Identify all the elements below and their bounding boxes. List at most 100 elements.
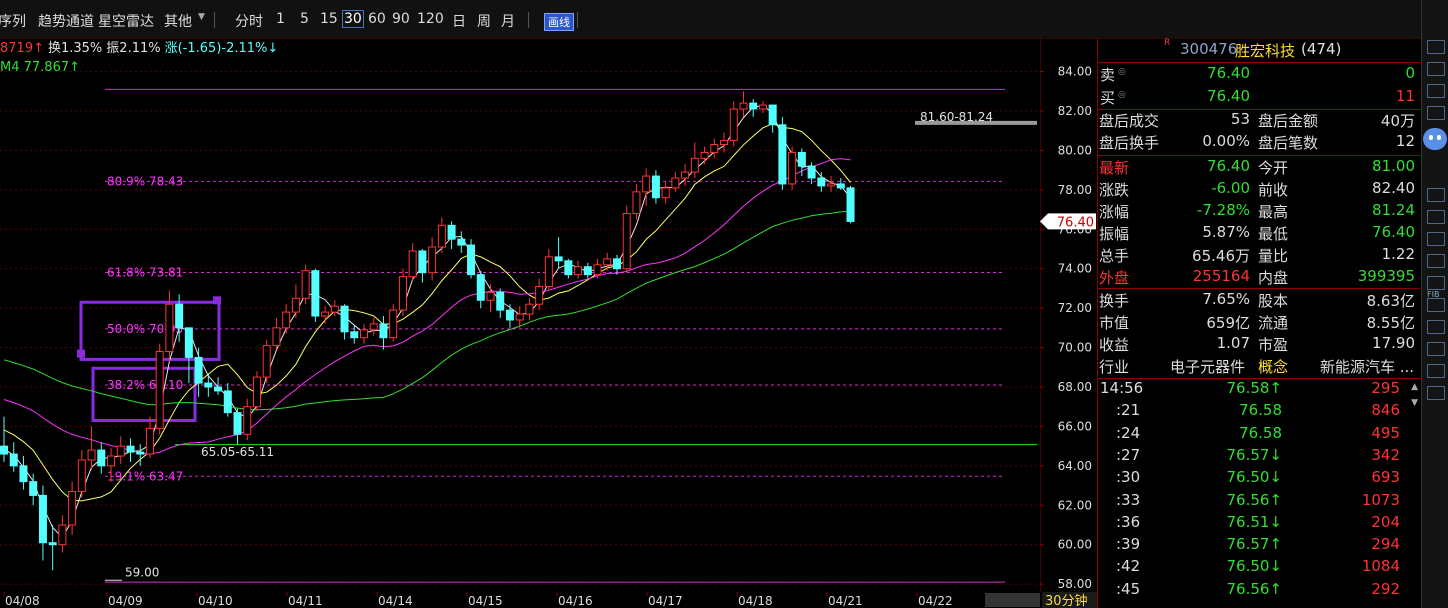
drawing-tool-icon[interactable]: [1427, 106, 1445, 120]
period-1[interactable]: 1: [276, 11, 285, 27]
toolbar-menu-2[interactable]: 星空雷达: [98, 11, 154, 31]
period-分时[interactable]: 分时: [235, 11, 263, 31]
scroll-down-icon[interactable]: ▼: [1411, 398, 1418, 408]
drawing-tool-icon[interactable]: [1427, 232, 1445, 246]
candle: [554, 237, 563, 269]
candle: [661, 181, 670, 204]
drawing-tool-icon[interactable]: [1427, 364, 1445, 378]
stat-label: 涨跌: [1099, 181, 1130, 199]
period-60[interactable]: 60: [368, 11, 386, 27]
trade-tick-row: :36 76.51↓ 204: [1098, 513, 1420, 535]
tick-volume: 292: [1371, 579, 1400, 598]
period-周[interactable]: 周: [477, 11, 491, 31]
fib-anchor-handle[interactable]: [77, 349, 85, 358]
trade-tick-row: :24 76.58 495: [1098, 424, 1420, 446]
candle: [486, 284, 495, 313]
drawing-tool-icon[interactable]: [1427, 386, 1445, 400]
stat-value: -7.28%: [1196, 201, 1250, 219]
stat-value: 0.00%: [1202, 132, 1250, 150]
sell-row: 卖 ◎ 76.40 0: [1098, 64, 1420, 86]
draw-line-button[interactable]: 画线: [544, 13, 574, 31]
tick-price: 76.57↓: [1226, 445, 1282, 464]
candle: [739, 91, 748, 117]
toolbar-menu-3[interactable]: 其他: [164, 11, 192, 31]
scroll-up-icon[interactable]: ▲: [1411, 382, 1418, 392]
range-label: 65.05-65.11: [201, 445, 274, 459]
drawing-tool-icon[interactable]: [1427, 298, 1445, 312]
scrollbar-thumb[interactable]: [985, 593, 1040, 607]
x-tick-label: 04/15: [468, 594, 503, 608]
period-30[interactable]: 30: [342, 10, 364, 28]
stat-label: 盘后金额: [1258, 112, 1319, 130]
toolbar-menu-1[interactable]: 趋势通道: [38, 11, 94, 31]
trade-tick-row: :42 76.50↓ 1084: [1098, 557, 1420, 579]
fib-icon[interactable]: FIB: [1427, 290, 1439, 299]
stat-value: 76.40: [1372, 223, 1415, 241]
period-月[interactable]: 月: [501, 11, 515, 31]
candle: [768, 104, 777, 133]
x-tick-label: 04/17: [648, 594, 683, 608]
drawing-tool-icon[interactable]: [1427, 254, 1445, 268]
candle: [476, 270, 485, 309]
period-120[interactable]: 120: [417, 11, 444, 27]
tick-time: :39: [1116, 535, 1141, 554]
candle: [77, 450, 86, 498]
toolbar-menu-0[interactable]: 序列: [0, 11, 26, 31]
trade-tick-row: :30 76.50↓ 693: [1098, 468, 1420, 490]
tick-volume: 1084: [1361, 557, 1400, 576]
stat-label: 最高: [1258, 203, 1289, 221]
candle: [564, 258, 573, 279]
stat-row: 涨幅 -7.28% 最高 81.24: [1098, 201, 1420, 223]
fib-label: 19.1% 63.47: [107, 469, 183, 483]
candle: [145, 416, 154, 458]
candle: [233, 408, 242, 445]
y-tick-label: 62.00: [1058, 498, 1092, 512]
candle: [389, 304, 398, 342]
candle: [700, 146, 709, 165]
fib-anchor-handle[interactable]: [213, 296, 221, 305]
candle: [214, 377, 223, 395]
x-tick-label: 04/14: [378, 594, 413, 608]
stat-label: 最新: [1099, 159, 1130, 177]
candle: [778, 116, 787, 190]
tick-price: 76.56↑: [1226, 579, 1282, 598]
info-icon: ◎: [1118, 67, 1126, 77]
tick-time: :45: [1116, 579, 1141, 598]
drawing-tool-icon[interactable]: [1427, 62, 1445, 76]
candle: [515, 306, 524, 328]
candlestick-chart[interactable]: 80.9% 78.4361.8% 73.8150.0% 70.9538.2% 6…: [0, 38, 1040, 598]
drawing-tool-icon[interactable]: [1427, 276, 1445, 290]
stat-label: 今开: [1258, 159, 1289, 177]
period-5[interactable]: 5: [300, 11, 309, 27]
candle: [155, 343, 164, 435]
stat-value: 65.46万: [1192, 247, 1250, 265]
candle: [408, 243, 417, 281]
stat-row: 盘后成交 53 盘后金额 40万: [1098, 110, 1420, 132]
robot-icon[interactable]: [1423, 128, 1447, 150]
period-日[interactable]: 日: [452, 11, 466, 31]
stat-value: 81.24: [1372, 201, 1415, 219]
drawing-tool-icon[interactable]: [1427, 188, 1445, 202]
stat-value: 17.90: [1372, 334, 1415, 352]
stat-value: 8.55亿: [1366, 314, 1415, 332]
period-15[interactable]: 15: [320, 11, 338, 27]
fib-label: 61.8% 73.81: [107, 265, 183, 279]
drawing-tool-icon[interactable]: [1427, 84, 1445, 98]
period-90[interactable]: 90: [392, 11, 410, 27]
x-tick-label: 04/16: [558, 594, 593, 608]
robot-eye: [1437, 135, 1441, 140]
candle: [379, 316, 388, 350]
drawing-tool-icon[interactable]: [1427, 210, 1445, 224]
drawing-tool-icon[interactable]: [1427, 342, 1445, 356]
candle: [184, 327, 193, 384]
candle: [603, 252, 612, 271]
tick-time: :27: [1116, 445, 1141, 464]
chevron-down-icon[interactable]: ▼: [198, 12, 205, 22]
candle: [29, 473, 38, 506]
y-tick-label: 70.00: [1058, 341, 1092, 355]
candle: [301, 264, 310, 305]
stat-value: 81.00: [1372, 157, 1415, 175]
range-label: 81.60-81.24: [920, 110, 993, 124]
drawing-tool-icon[interactable]: [1427, 40, 1445, 54]
drawing-tool-icon[interactable]: [1427, 320, 1445, 334]
